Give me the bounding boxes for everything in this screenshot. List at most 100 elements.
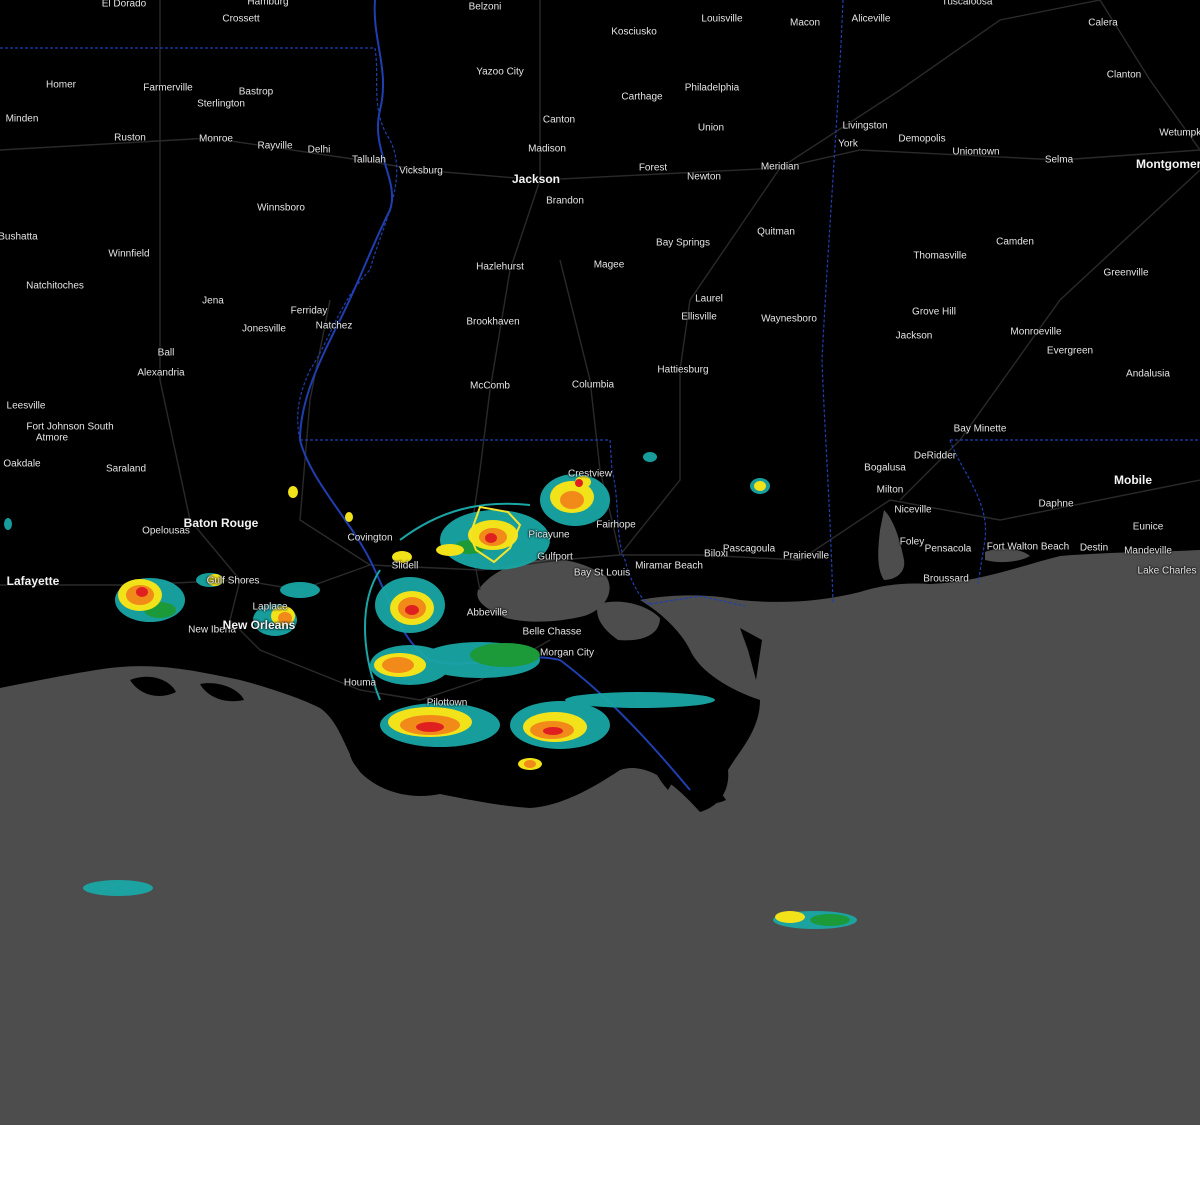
- city-label: Thomasville: [913, 250, 967, 262]
- city-label: Ferriday: [290, 305, 328, 317]
- city-label: Livingston: [842, 120, 888, 132]
- city-label: Broussard: [923, 573, 969, 585]
- city-label: Saraland: [105, 463, 147, 475]
- city-label: New Orleans: [222, 618, 296, 632]
- city-label: Union: [697, 122, 725, 134]
- city-label: Miramar Beach: [635, 560, 703, 572]
- city-label: Morgan City: [540, 647, 594, 659]
- city-label: Fort Walton Beach: [986, 541, 1070, 553]
- city-label: Pascagoula: [722, 543, 776, 555]
- map-view[interactable]: El Dorado Hamburg Crossett Belzoni Kosciusko…: [0, 0, 1200, 1200]
- city-label: Oakdale: [3, 458, 41, 470]
- city-label: Destin: [1079, 542, 1109, 554]
- city-label: Bay Minette: [953, 423, 1007, 435]
- city-label: Jonesville: [242, 323, 286, 335]
- city-label: Clanton: [1106, 69, 1142, 81]
- city-label: Natchez: [315, 320, 353, 332]
- city-label: Jackson: [511, 172, 561, 186]
- city-label: Evergreen: [1046, 345, 1094, 357]
- city-label: Fairhope: [596, 519, 636, 531]
- city-label: Bushatta: [0, 231, 38, 243]
- city-label: Gulf Shores: [206, 575, 260, 587]
- city-label: Greenville: [1103, 267, 1149, 279]
- city-label: Niceville: [894, 504, 932, 516]
- city-label: Bay St Louis: [573, 567, 631, 579]
- city-label: Selma: [1044, 154, 1074, 166]
- city-label: Magee: [593, 259, 625, 271]
- city-label: Winnsboro: [257, 202, 305, 214]
- city-label: Rayville: [257, 140, 293, 152]
- city-label: York: [838, 138, 858, 150]
- city-label: Crossett: [222, 13, 260, 25]
- city-label: Ball: [157, 347, 175, 359]
- city-label: Waynesboro: [761, 313, 817, 325]
- city-label: Slidell: [391, 560, 419, 572]
- city-label: Gulfport: [537, 551, 573, 563]
- city-label: Brandon: [546, 195, 584, 207]
- city-label: Natchitoches: [26, 280, 84, 292]
- city-label: Picayune: [528, 529, 570, 541]
- city-label: Demopolis: [898, 133, 946, 145]
- city-label: Prairieville: [782, 550, 830, 562]
- city-label: Mandeville: [1124, 545, 1172, 557]
- city-label: El Dorado: [101, 0, 147, 10]
- city-label: Kosciusko: [611, 26, 657, 38]
- city-label: Yazoo City: [476, 66, 524, 78]
- city-label: Aliceville: [851, 13, 891, 25]
- city-label: McComb: [469, 380, 511, 392]
- city-label: Tallulah: [352, 154, 386, 166]
- city-label: Philadelphia: [684, 82, 740, 94]
- city-label: Hattiesburg: [657, 364, 709, 376]
- city-label: Mobile: [1114, 473, 1152, 487]
- city-label: Hazlehurst: [476, 261, 524, 273]
- city-label: Carthage: [621, 91, 663, 103]
- city-label: Farmerville: [143, 82, 193, 94]
- city-label: Foley: [899, 536, 925, 548]
- city-label: Camden: [996, 236, 1034, 248]
- city-label: Laplace: [252, 601, 288, 613]
- city-label: Alexandria: [137, 367, 185, 379]
- city-label: Daphne: [1038, 498, 1074, 510]
- city-label: Vicksburg: [399, 165, 443, 177]
- city-label: Lake Charles: [1137, 565, 1197, 577]
- city-label: Hamburg: [247, 0, 289, 8]
- city-label: Minden: [5, 113, 39, 125]
- city-label: Newton: [687, 171, 721, 183]
- city-label: Forest: [638, 162, 668, 174]
- city-label: Monroeville: [1010, 326, 1062, 338]
- city-label: Covington: [347, 532, 393, 544]
- city-label: Meridian: [760, 161, 800, 173]
- city-label: Belle Chasse: [522, 626, 582, 638]
- city-label: Andalusia: [1126, 368, 1170, 380]
- city-label: Bogalusa: [864, 462, 906, 474]
- city-label: Macon: [789, 17, 821, 29]
- city-label: Louisville: [701, 13, 743, 25]
- city-label: Grove Hill: [912, 306, 956, 318]
- city-label: Ellisville: [681, 311, 717, 323]
- city-label: Montgomery: [1136, 157, 1200, 171]
- city-label: Brookhaven: [466, 316, 520, 328]
- city-label: Fort Johnson South: [26, 421, 114, 433]
- city-label: Delhi: [307, 144, 331, 156]
- city-label: Bay Springs: [656, 237, 710, 249]
- city-label: Bastrop: [238, 86, 274, 98]
- city-label: Houma: [343, 677, 377, 689]
- city-label: Wetumpka: [1159, 127, 1200, 139]
- city-label: Abbeville: [466, 607, 508, 619]
- city-label: Quitman: [757, 226, 795, 238]
- city-label: Jena: [202, 295, 224, 307]
- city-label: Laurel: [695, 293, 723, 305]
- city-label: Calera: [1088, 17, 1118, 29]
- city-label: Crestview: [568, 468, 612, 480]
- city-label: Canton: [542, 114, 576, 126]
- city-label: Pilottown: [426, 697, 468, 709]
- radar-map[interactable]: [0, 0, 1200, 1125]
- city-label: Lafayette: [6, 574, 60, 588]
- city-label: Sterlington: [197, 98, 245, 110]
- city-label: Milton: [876, 484, 904, 496]
- city-label: Jackson: [895, 330, 933, 342]
- city-label: Leesville: [6, 400, 46, 412]
- city-label: Ruston: [114, 132, 146, 144]
- city-label: DeRidder: [913, 450, 957, 462]
- city-label: Homer: [45, 79, 77, 91]
